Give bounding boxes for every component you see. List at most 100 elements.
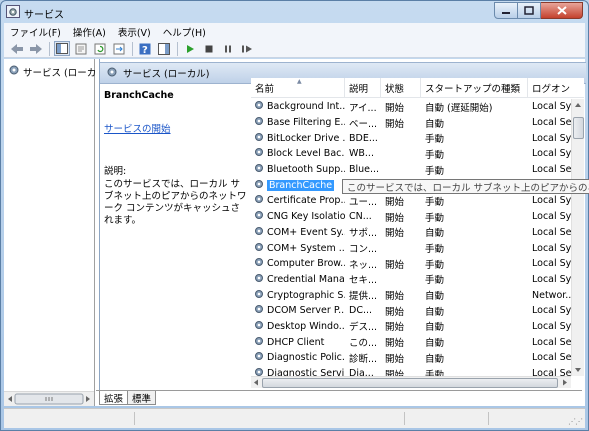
table-row[interactable]: Background Int... アイ... 開始 自動 (遅延開始) Local S… xyxy=(251,99,571,115)
service-name: Base Filtering E... xyxy=(267,117,345,129)
maximize-icon xyxy=(524,6,534,15)
service-name-heading: BranchCache xyxy=(104,90,174,101)
service-name: DHCP Client xyxy=(267,336,325,348)
forward-arrow-icon xyxy=(30,43,42,54)
stop-service-button[interactable] xyxy=(201,41,217,56)
list-horizontal-scrollbar[interactable] xyxy=(251,376,571,388)
pause-service-button[interactable] xyxy=(220,41,236,56)
list-header: ▲ 名前 説明 状態 スタートアップの種類 ログオン xyxy=(251,78,584,98)
service-logon-cell: Local Sy... xyxy=(532,132,571,144)
service-name: Diagnostic Servi... xyxy=(267,368,345,376)
title-bar[interactable]: サービス xyxy=(1,1,588,23)
service-startup-cell: 手動 xyxy=(425,149,445,161)
service-description-cell: Dia... xyxy=(349,368,374,376)
column-header-description[interactable]: 説明 xyxy=(345,78,381,98)
service-startup-cell: 自動 xyxy=(425,306,445,318)
service-logon-cell: Local Sy... xyxy=(532,242,571,254)
close-button[interactable] xyxy=(541,2,583,19)
column-header-startup-type[interactable]: スタートアップの種類 xyxy=(421,78,528,98)
service-startup-cell: 手動 xyxy=(425,259,445,271)
column-header-logon[interactable]: ログオン xyxy=(528,78,584,98)
service-name: Background Int... xyxy=(267,101,345,113)
service-logon-cell: Local Se... xyxy=(532,164,571,176)
service-gear-icon xyxy=(254,336,264,349)
service-description-cell: ネッ... xyxy=(349,259,378,271)
refresh-button[interactable] xyxy=(92,41,108,56)
column-header-name[interactable]: ▲ 名前 xyxy=(251,78,345,98)
close-icon xyxy=(556,6,567,15)
help-button[interactable]: ? xyxy=(137,41,153,56)
service-name: DCOM Server P... xyxy=(267,305,345,317)
scrollbar-thumb[interactable] xyxy=(573,117,584,139)
table-row[interactable]: Block Level Bac... WB... 手動 Local Sy... xyxy=(251,146,571,162)
tree-item-services-local[interactable]: サービス (ローカ xyxy=(8,64,96,79)
scrollbar-thumb[interactable] xyxy=(262,378,558,388)
table-row[interactable]: BitLocker Drive ... BDE... 手動 Local Sy... xyxy=(251,130,571,146)
service-startup-cell: 自動 xyxy=(425,353,445,365)
table-row[interactable]: COM+ Event Sy... サポ... 開始 自動 Local Se... xyxy=(251,225,571,241)
service-startup-cell: 自動 xyxy=(425,338,445,350)
maximize-button[interactable] xyxy=(518,2,541,19)
restart-service-button[interactable] xyxy=(239,41,255,56)
service-logon-cell: Local Se... xyxy=(532,117,571,129)
table-row[interactable]: Cryptographic S... 提供... 開始 自動 Networ... xyxy=(251,287,571,303)
action-pane-button[interactable] xyxy=(156,41,172,56)
service-status-cell: 開始 xyxy=(385,322,405,334)
gear-icon xyxy=(8,64,20,79)
tab-extended[interactable]: 拡張 xyxy=(99,391,129,405)
service-status-cell: 開始 xyxy=(385,118,405,130)
service-startup-cell: 手動 xyxy=(425,165,445,177)
table-row[interactable]: Base Filtering E... ベー... 開始 自動 Local Se... xyxy=(251,115,571,131)
service-status-cell: 開始 xyxy=(385,212,405,224)
minimize-button[interactable] xyxy=(494,2,518,19)
menu-action[interactable]: 操作(A) xyxy=(73,25,106,39)
service-name-cell: Base Filtering E... xyxy=(251,116,345,129)
service-description-cell: BDE... xyxy=(349,132,378,144)
menu-help[interactable]: ヘルプ(H) xyxy=(163,25,206,39)
resize-grip-icon[interactable]: ⋰⋰ xyxy=(568,417,583,426)
service-startup-cell: 手動 xyxy=(425,369,445,376)
table-row[interactable]: Desktop Windo... デス... 開始 自動 Local Sy... xyxy=(251,319,571,335)
table-row[interactable]: Bluetooth Supp... Blue... 手動 Local Se... xyxy=(251,162,571,178)
table-row[interactable]: DCOM Server P... DC... 開始 自動 Local Sy... xyxy=(251,303,571,319)
tree-horizontal-scrollbar[interactable] xyxy=(4,391,94,406)
back-button[interactable] xyxy=(9,41,25,56)
service-name-cell: Computer Brow... xyxy=(251,257,345,270)
service-name: BitLocker Drive ... xyxy=(267,132,345,144)
service-name-cell: COM+ Event Sy... xyxy=(251,226,345,239)
table-row[interactable]: CNG Key Isolation CN... 開始 手動 Local Sy... xyxy=(251,209,571,225)
table-row[interactable]: Computer Brow... ネッ... 開始 手動 Local Sy... xyxy=(251,256,571,272)
menu-file[interactable]: ファイル(F) xyxy=(10,25,61,39)
service-gear-icon xyxy=(254,132,264,145)
table-row[interactable]: DHCP Client この... 開始 自動 Local Se... xyxy=(251,334,571,350)
menu-view[interactable]: 表示(V) xyxy=(118,25,151,39)
tab-standard[interactable]: 標準 xyxy=(128,391,157,405)
service-name-cell: CNG Key Isolation xyxy=(251,210,345,223)
service-gear-icon xyxy=(254,100,264,113)
column-header-status[interactable]: 状態 xyxy=(381,78,421,98)
service-name: CNG Key Isolation xyxy=(267,211,345,223)
service-name: Bluetooth Supp... xyxy=(267,164,345,176)
toolbar: ? xyxy=(4,40,585,58)
refresh-icon xyxy=(94,43,106,54)
properties-button[interactable] xyxy=(73,41,89,56)
forward-button[interactable] xyxy=(28,41,44,56)
tree-item-label: サービス (ローカ xyxy=(23,67,97,79)
service-status-cell: 開始 xyxy=(385,306,405,318)
show-console-tree-button[interactable] xyxy=(54,41,70,56)
service-name-cell: BitLocker Drive ... xyxy=(251,132,345,145)
table-row[interactable]: Diagnostic Polic... 診断... 開始 自動 Local Se... xyxy=(251,350,571,366)
start-service-link[interactable]: サービスの開始 xyxy=(104,121,171,135)
start-service-button[interactable] xyxy=(182,41,198,56)
service-gear-icon xyxy=(254,367,264,376)
service-logon-cell: Local Sy... xyxy=(532,195,571,207)
table-row[interactable]: Certificate Prop... ユー... 開始 手動 Local Sy... xyxy=(251,193,571,209)
table-row[interactable]: Diagnostic Servi... Dia... 開始 手動 Local Se... xyxy=(251,366,571,376)
service-logon-cell: Local Se... xyxy=(532,226,571,238)
list-vertical-scrollbar[interactable] xyxy=(571,99,584,376)
status-bar: ⋰⋰ xyxy=(4,408,585,428)
service-startup-cell: 自動 xyxy=(425,322,445,334)
table-row[interactable]: Credential Mana... セキ... 手動 Local Sy... xyxy=(251,272,571,288)
table-row[interactable]: COM+ System ... コン... 手動 Local Sy... xyxy=(251,240,571,256)
export-list-button[interactable] xyxy=(111,41,127,56)
